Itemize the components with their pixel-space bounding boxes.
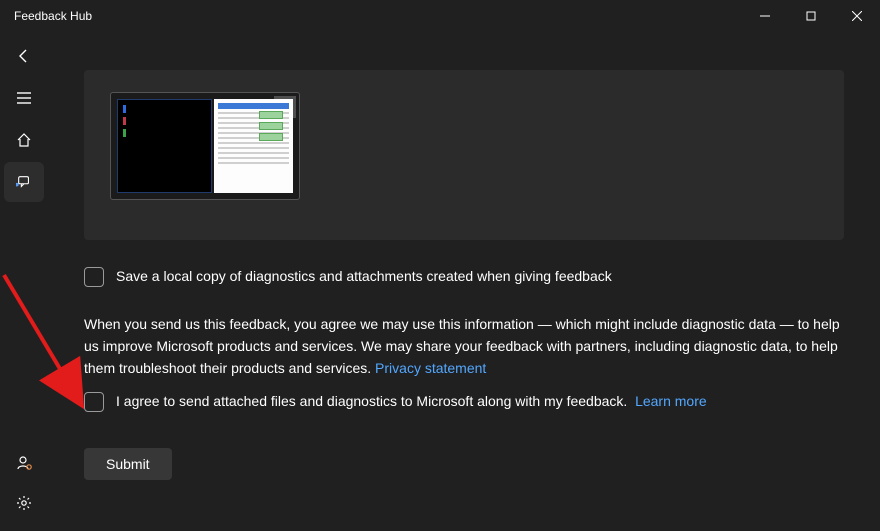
close-icon <box>852 11 862 21</box>
agree-checkbox[interactable] <box>84 392 104 412</box>
feedback-icon <box>16 174 32 190</box>
save-copy-checkbox[interactable] <box>84 267 104 287</box>
maximize-icon <box>806 11 816 21</box>
sidebar-item-profile[interactable] <box>4 443 44 483</box>
submit-label: Submit <box>106 456 150 472</box>
learn-more-link[interactable]: Learn more <box>635 393 707 409</box>
settings-icon <box>16 495 32 511</box>
window-controls <box>742 0 880 32</box>
app-title: Feedback Hub <box>14 9 92 23</box>
attachments-panel: ✕ <box>84 70 844 240</box>
close-button[interactable] <box>834 0 880 32</box>
agree-label: I agree to send attached files and diagn… <box>116 393 627 409</box>
titlebar: Feedback Hub <box>0 0 880 32</box>
minimize-button[interactable] <box>742 0 788 32</box>
sidebar-item-home[interactable] <box>4 120 44 160</box>
save-copy-label: Save a local copy of diagnostics and att… <box>116 266 612 286</box>
sidebar-item-settings[interactable] <box>4 483 44 523</box>
back-button[interactable] <box>4 36 44 76</box>
menu-icon <box>16 90 32 106</box>
profile-icon <box>16 455 32 471</box>
home-icon <box>16 132 32 148</box>
attachment-thumbnail[interactable]: ✕ <box>110 92 300 200</box>
privacy-statement-link[interactable]: Privacy statement <box>375 360 486 376</box>
sidebar <box>0 32 48 531</box>
save-copy-row: Save a local copy of diagnostics and att… <box>84 266 844 287</box>
agree-row: I agree to send attached files and diagn… <box>84 391 844 412</box>
minimize-icon <box>760 11 770 21</box>
submit-button[interactable]: Submit <box>84 448 172 480</box>
menu-button[interactable] <box>4 78 44 118</box>
back-icon <box>16 48 32 64</box>
sidebar-item-feedback[interactable] <box>4 162 44 202</box>
thumbnail-preview <box>117 99 293 193</box>
disclosure-text: When you send us this feedback, you agre… <box>84 313 844 379</box>
agree-label-wrap: I agree to send attached files and diagn… <box>116 391 707 411</box>
content: ✕ Save a local copy of diagnostics and a… <box>48 32 880 480</box>
maximize-button[interactable] <box>788 0 834 32</box>
